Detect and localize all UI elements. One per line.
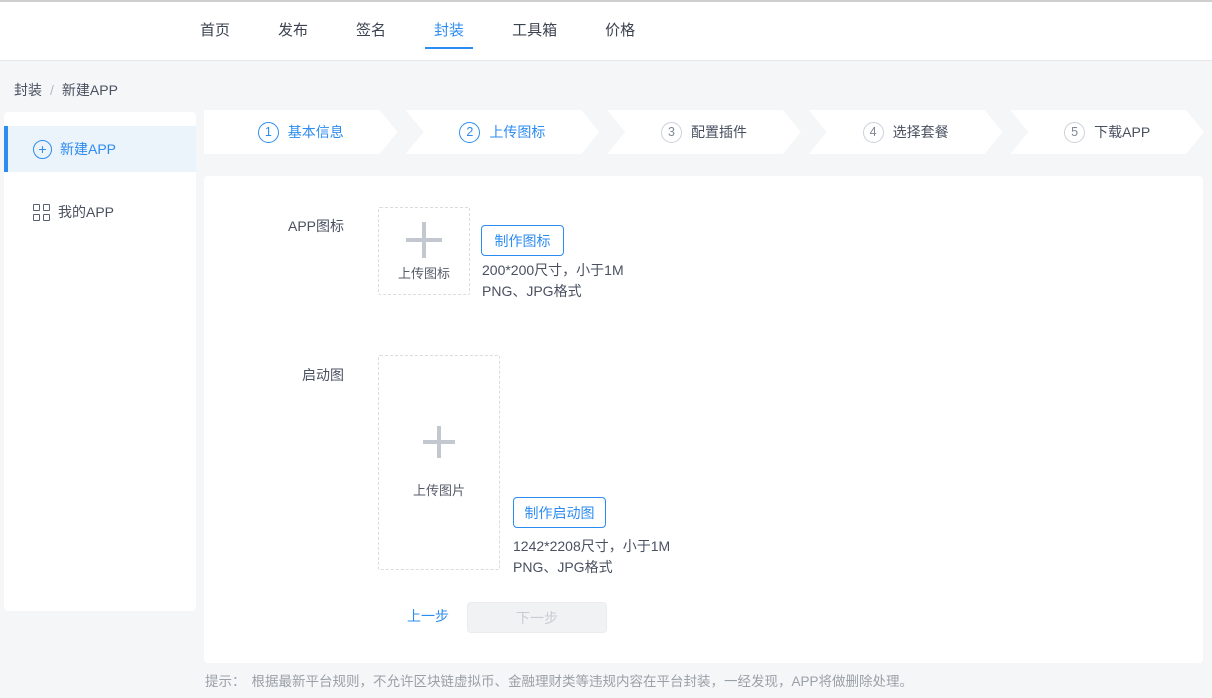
step-number-badge: 3 xyxy=(661,122,682,143)
sidebar: + 新建APP 我的APP xyxy=(4,112,196,611)
app-icon-upload-box[interactable]: 上传图标 xyxy=(378,207,470,295)
step-select-plan: 4 选择套餐 xyxy=(809,110,1003,154)
sidebar-item-label: 我的APP xyxy=(58,202,114,222)
splash-size-hint: 1242*2208尺寸，小于1M xyxy=(513,536,670,557)
step-label: 选择套餐 xyxy=(893,122,949,142)
nav-item-sign[interactable]: 签名 xyxy=(347,13,395,49)
wizard-stepper: 1 基本信息 2 上传图标 3 配置插件 4 选择套餐 5 下载APP xyxy=(204,110,1204,154)
plus-icon xyxy=(406,222,442,258)
grid-icon xyxy=(33,204,50,221)
breadcrumb-item-new-app: 新建APP xyxy=(62,80,118,100)
page: 首页 发布 签名 封装 工具箱 价格 封装 / 新建APP + 新建APP 我的… xyxy=(0,0,1212,698)
make-icon-button[interactable]: 制作图标 xyxy=(481,225,564,256)
step-label: 上传图标 xyxy=(489,122,545,142)
main-nav: 首页 发布 签名 封装 工具箱 价格 xyxy=(191,13,674,49)
top-nav-bar: 首页 发布 签名 封装 工具箱 价格 xyxy=(0,0,1212,61)
plus-icon xyxy=(423,426,455,458)
upload-box-label: 上传图片 xyxy=(413,480,465,499)
step-label: 下载APP xyxy=(1094,122,1150,142)
upload-form-panel: APP图标 上传图标 制作图标 200*200尺寸，小于1M PNG、JPG格式… xyxy=(204,176,1203,663)
plus-circle-icon: + xyxy=(33,140,52,159)
step-configure-plugins: 3 配置插件 xyxy=(607,110,801,154)
footer-hint-text: 根据最新平台规则，不允许区块链虚拟币、金融理财类等违规内容在平台封装，一经发现，… xyxy=(252,674,914,689)
footer-hint: 提示： 根据最新平台规则，不允许区块链虚拟币、金融理财类等违规内容在平台封装，一经… xyxy=(205,670,913,690)
step-download-app: 5 下载APP xyxy=(1010,110,1204,154)
splash-field-label: 启动图 xyxy=(204,365,344,385)
footer-hint-label: 提示： xyxy=(205,674,246,689)
nav-item-price[interactable]: 价格 xyxy=(596,13,644,49)
nav-item-publish[interactable]: 发布 xyxy=(269,13,317,49)
make-splash-button[interactable]: 制作启动图 xyxy=(513,497,606,528)
breadcrumb-separator: / xyxy=(50,82,54,98)
step-label: 配置插件 xyxy=(691,122,747,142)
icon-format-hint: PNG、JPG格式 xyxy=(482,281,582,302)
breadcrumb-item-package[interactable]: 封装 xyxy=(14,80,42,100)
breadcrumb: 封装 / 新建APP xyxy=(14,80,118,100)
nav-item-toolbox[interactable]: 工具箱 xyxy=(503,13,566,49)
step-basic-info: 1 基本信息 xyxy=(204,110,398,154)
app-icon-field-label: APP图标 xyxy=(204,216,344,236)
step-label: 基本信息 xyxy=(288,122,344,142)
icon-size-hint: 200*200尺寸，小于1M xyxy=(482,260,624,281)
step-number-badge: 4 xyxy=(863,122,884,143)
upload-box-label: 上传图标 xyxy=(398,263,450,282)
splash-upload-box[interactable]: 上传图片 xyxy=(378,355,500,570)
step-upload-icon: 2 上传图标 xyxy=(406,110,600,154)
nav-item-package[interactable]: 封装 xyxy=(425,13,473,49)
splash-format-hint: PNG、JPG格式 xyxy=(513,557,613,578)
next-step-button[interactable]: 下一步 xyxy=(467,602,607,633)
nav-item-home[interactable]: 首页 xyxy=(191,13,239,49)
sidebar-item-my-apps[interactable]: 我的APP xyxy=(4,189,196,235)
step-number-badge: 1 xyxy=(258,122,279,143)
step-number-badge: 2 xyxy=(459,122,480,143)
sidebar-item-label: 新建APP xyxy=(60,139,116,159)
step-number-badge: 5 xyxy=(1064,122,1085,143)
previous-step-button[interactable]: 上一步 xyxy=(407,606,449,626)
sidebar-item-new-app[interactable]: + 新建APP xyxy=(4,126,196,172)
